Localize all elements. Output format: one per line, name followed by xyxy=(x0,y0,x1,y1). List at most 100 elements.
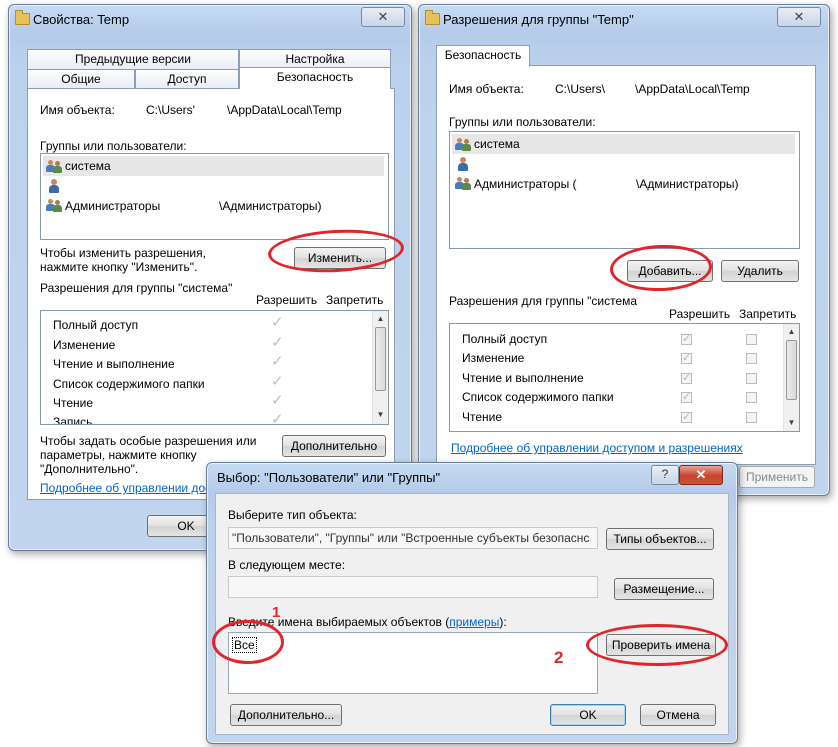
close-button[interactable]: ✕ xyxy=(679,465,723,485)
permission-name: Чтение и выполнение xyxy=(53,357,175,371)
scroll-up-icon[interactable]: ▲ xyxy=(785,324,798,339)
permission-name: Чтение xyxy=(53,396,94,410)
deny-header: Запретить xyxy=(739,307,797,321)
permission-name: Изменение xyxy=(53,338,116,352)
object-path-part2: \AppData\Local\Temp xyxy=(227,103,342,117)
allow-checkbox[interactable] xyxy=(681,390,692,403)
allow-checkbox[interactable] xyxy=(681,410,692,423)
object-path-part1: C:\Users' xyxy=(146,103,195,117)
more-info-link[interactable]: Подробнее об управлении дос xyxy=(40,481,211,495)
examples-link[interactable]: примеры xyxy=(449,615,499,629)
user-icon xyxy=(47,179,61,193)
select-title: Выбор: "Пользователи" или "Группы" xyxy=(217,470,441,485)
locations-button[interactable]: Размещение... xyxy=(614,578,714,600)
scroll-thumb[interactable] xyxy=(786,340,797,400)
allow-checkbox[interactable] xyxy=(681,332,692,345)
object-name-label: Имя объекта: xyxy=(40,103,115,117)
tab-security[interactable]: Безопасность xyxy=(239,67,391,89)
advanced-button[interactable]: Дополнительно... xyxy=(230,704,342,726)
tab-customize[interactable]: Настройка xyxy=(239,49,391,69)
list-item[interactable]: Администраторы ( \Администраторы) xyxy=(452,174,795,192)
permission-name: Чтение и выполнение xyxy=(462,371,584,385)
object-path-part2: \AppData\Local\Temp xyxy=(635,82,750,96)
permission-name: Список содержимого папки xyxy=(462,390,614,404)
close-button[interactable]: ✕ xyxy=(777,7,821,27)
close-button[interactable]: ✕ xyxy=(361,7,405,27)
allow-check-icon: ✓ xyxy=(271,392,284,409)
tab-general[interactable]: Общие xyxy=(27,69,135,89)
allow-header: Разрешить xyxy=(256,293,318,307)
permissions-list[interactable]: Полный доступ Изменение Чтение и выполне… xyxy=(449,323,800,432)
group-icon xyxy=(46,198,64,212)
location-field xyxy=(228,576,598,598)
allow-checkbox[interactable] xyxy=(681,351,692,364)
permissions-for-label: Разрешения для группы "система xyxy=(449,294,638,308)
object-name-label: Имя объекта: xyxy=(449,82,524,96)
permission-name: Полный доступ xyxy=(53,318,139,332)
permission-name: Чтение xyxy=(462,410,503,424)
deny-checkbox[interactable] xyxy=(746,392,757,403)
cancel-button[interactable]: Отмена xyxy=(640,704,716,726)
permissions-titlebar[interactable]: Разрешения для группы "Temp" ✕ xyxy=(419,5,829,33)
special-hint-line1: Чтобы задать особые разрешения или xyxy=(40,434,257,448)
user-domain: \Администраторы) xyxy=(219,199,322,213)
scroll-down-icon[interactable]: ▼ xyxy=(785,415,798,430)
deny-checkbox[interactable] xyxy=(746,353,757,364)
scrollbar[interactable]: ▲ ▼ xyxy=(372,311,388,424)
permissions-title: Разрешения для группы "Temp" xyxy=(443,12,634,27)
allow-check-icon: ✓ xyxy=(271,373,284,390)
location-label: В следующем месте: xyxy=(228,558,346,572)
special-hint-line2: параметры, нажмите кнопку xyxy=(40,448,197,462)
allow-check-icon: ✓ xyxy=(271,334,284,351)
permission-name: Полный доступ xyxy=(462,332,548,346)
permissions-list[interactable]: Полный доступ Изменение Чтение и выполне… xyxy=(40,310,389,425)
deny-checkbox[interactable] xyxy=(746,373,757,384)
allow-check-icon: ✓ xyxy=(271,411,284,425)
deny-checkbox[interactable] xyxy=(746,412,757,423)
special-hint-line3: "Дополнительно". xyxy=(40,462,139,476)
object-type-label: Выберите тип объекта: xyxy=(228,508,357,522)
security-panel: Имя объекта: C:\Users' \AppData\Local\Te… xyxy=(27,88,395,500)
user-icon xyxy=(456,157,470,171)
help-button[interactable]: ? xyxy=(651,465,679,485)
permission-name: Запись xyxy=(53,415,93,425)
list-item[interactable]: система xyxy=(43,156,384,176)
allow-checkbox[interactable] xyxy=(681,371,692,384)
tab-security[interactable]: Безопасность xyxy=(436,45,530,67)
scroll-up-icon[interactable]: ▲ xyxy=(374,311,387,326)
change-hint-line2: нажмите кнопку "Изменить". xyxy=(40,260,198,274)
advanced-button[interactable]: Дополнительно xyxy=(282,435,386,457)
list-item[interactable]: система xyxy=(452,134,795,154)
tab-sharing[interactable]: Доступ xyxy=(135,69,239,89)
change-hint-line1: Чтобы изменить разрешения, xyxy=(40,246,206,260)
list-item[interactable]: Администраторы \Администраторы) xyxy=(43,196,384,214)
user-name: система xyxy=(65,159,111,173)
more-info-link[interactable]: Подробнее об управлении доступом и разре… xyxy=(451,441,743,455)
list-item[interactable] xyxy=(452,155,795,173)
user-name: система xyxy=(474,137,520,151)
user-name: Администраторы xyxy=(65,199,161,213)
allow-check-icon: ✓ xyxy=(271,353,284,370)
users-list[interactable]: система Администраторы ( \Администраторы… xyxy=(449,131,800,249)
remove-button[interactable]: Удалить xyxy=(721,260,799,282)
select-body: Выберите тип объекта: "Пользователи", "Г… xyxy=(215,493,729,735)
tab-previous-versions[interactable]: Предыдущие версии xyxy=(27,49,239,69)
user-name: Администраторы ( xyxy=(474,177,577,191)
list-item[interactable] xyxy=(43,177,384,195)
step-number-1: 1 xyxy=(272,604,281,621)
permissions-for-label: Разрешения для группы "система" xyxy=(40,281,233,295)
permission-name: Список содержимого папки xyxy=(53,377,205,391)
group-icon xyxy=(46,159,64,173)
object-path-part1: C:\Users\ xyxy=(555,82,606,96)
object-types-button[interactable]: Типы объектов... xyxy=(606,528,714,550)
scroll-thumb[interactable] xyxy=(375,327,386,391)
scroll-down-icon[interactable]: ▼ xyxy=(374,407,387,422)
apply-button[interactable]: Применить xyxy=(739,466,815,488)
select-titlebar[interactable]: Выбор: "Пользователи" или "Группы" ? ✕ xyxy=(207,463,737,491)
properties-titlebar[interactable]: Свойства: Temp ✕ xyxy=(9,5,411,33)
users-list[interactable]: система Администраторы \Администраторы) xyxy=(40,153,389,240)
deny-checkbox[interactable] xyxy=(746,334,757,345)
scrollbar[interactable]: ▲ ▼ xyxy=(783,324,799,431)
groups-label: Группы или пользователи: xyxy=(40,139,187,153)
ok-button[interactable]: OK xyxy=(550,704,626,726)
